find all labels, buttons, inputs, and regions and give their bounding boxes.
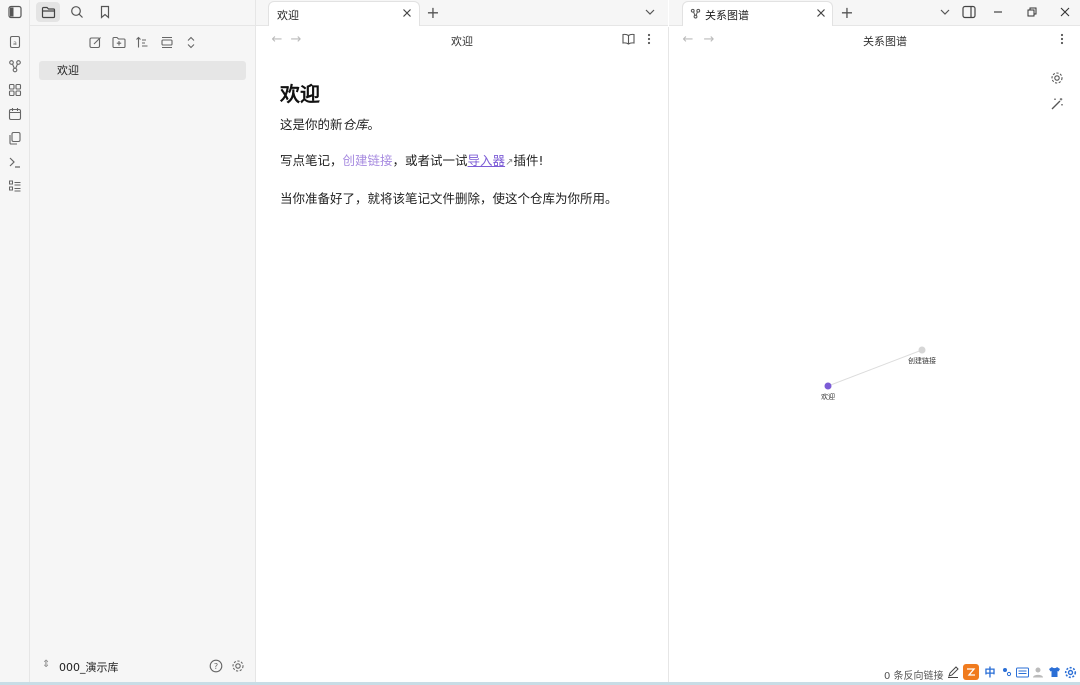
chevron-down-icon[interactable] (937, 4, 953, 20)
copy-icon[interactable] (6, 129, 24, 147)
new-tab-plus-icon[interactable]: + (838, 3, 856, 22)
graph-node-welcome[interactable] (824, 382, 832, 390)
back-arrow-icon[interactable]: ← (681, 32, 695, 47)
left-pane-tabbar: 欢迎 + (256, 0, 668, 26)
close-icon[interactable] (814, 6, 828, 20)
file-explorer-toolbar (30, 33, 256, 51)
new-tab-plus-icon[interactable]: + (424, 3, 442, 22)
svg-text:a: a (13, 40, 17, 47)
emphasis-text: 仓库 (342, 117, 368, 132)
ime-mode-indicator[interactable]: 中 (983, 665, 997, 679)
svg-text:?: ? (214, 662, 218, 671)
punctuation-icon[interactable] (1000, 665, 1014, 679)
note-heading: 欢迎 (280, 82, 320, 106)
right-pane-tabbar: 关系图谱 + (669, 0, 1080, 26)
graph-icon[interactable] (6, 57, 24, 75)
help-icon[interactable]: ? (208, 658, 224, 674)
more-options-icon[interactable] (642, 32, 656, 46)
chevron-updown-icon[interactable]: ⇕ (42, 659, 50, 670)
collapse-icon[interactable] (158, 33, 176, 51)
settings-gear-icon[interactable] (230, 658, 246, 674)
folder-icon[interactable] (36, 2, 60, 22)
file-icon[interactable]: a (6, 33, 24, 51)
graph-node-label: 欢迎 (821, 392, 835, 401)
tab-label: 关系图谱 (705, 9, 749, 22)
tab-welcome[interactable]: 欢迎 (268, 1, 420, 26)
file-item-welcome[interactable]: 欢迎 (39, 61, 246, 80)
sort-icon[interactable] (133, 33, 151, 51)
new-note-icon[interactable] (86, 33, 104, 51)
backlinks-count[interactable]: 0 条反向链接 (884, 667, 944, 682)
search-icon[interactable] (65, 2, 89, 22)
note-paragraph-3: 当你准备好了，就将该笔记文件删除，使这个仓库为你所用。 (280, 191, 618, 206)
expand-icon[interactable] (182, 33, 200, 51)
skin-tshirt-icon[interactable] (1047, 665, 1061, 679)
canvas-icon[interactable] (6, 81, 24, 99)
vault-name[interactable]: 000_演示库 (59, 659, 119, 675)
pen-edit-icon[interactable] (946, 665, 960, 679)
tab-label: 欢迎 (277, 9, 299, 22)
note-paragraph-2: 写点笔记，创建链接，或者试一试导入器↗插件! (280, 153, 544, 168)
close-window-icon[interactable] (1055, 3, 1075, 21)
list-icon[interactable] (6, 177, 24, 195)
close-icon[interactable] (400, 6, 414, 20)
bookmark-icon[interactable] (93, 2, 117, 22)
reading-view-book-icon[interactable] (621, 32, 635, 46)
more-options-icon[interactable] (1055, 32, 1069, 46)
sogou-input-icon[interactable] (963, 664, 979, 680)
restore-icon[interactable] (1022, 3, 1042, 21)
tab-graph[interactable]: 关系图谱 (682, 1, 833, 26)
keyboard-icon[interactable] (1015, 665, 1029, 679)
ribbon: a (0, 0, 30, 685)
terminal-icon[interactable] (6, 153, 24, 171)
graph-canvas[interactable]: 欢迎 创建链接 (669, 53, 1080, 653)
user-icon[interactable] (1031, 665, 1045, 679)
view-title[interactable]: 关系图谱 (835, 33, 935, 49)
ime-settings-gear-icon[interactable] (1063, 665, 1077, 679)
back-arrow-icon[interactable]: ← (270, 32, 284, 47)
note-paragraph-1: 这是你的新仓库。 (280, 117, 381, 132)
graph-edge (827, 349, 923, 387)
forward-arrow-icon[interactable]: → (702, 32, 716, 47)
graph-node-create-link[interactable] (918, 346, 926, 354)
sidebar-tab-header (30, 0, 256, 26)
view-title[interactable]: 欢迎 (412, 33, 512, 49)
right-sidebar-toggle-icon[interactable] (959, 3, 979, 21)
right-view-header: ← → 关系图谱 (669, 27, 1080, 53)
sidebar-toggle-icon[interactable] (6, 3, 24, 21)
forward-arrow-icon[interactable]: → (289, 32, 303, 47)
left-view-header: ← → 欢迎 (256, 27, 668, 53)
external-link[interactable]: 导入器 (468, 153, 506, 168)
vault-switcher: ⇕ 000_演示库 ? (30, 655, 256, 679)
internal-link[interactable]: 创建链接 (343, 153, 393, 168)
new-folder-icon[interactable] (110, 33, 128, 51)
minimize-icon[interactable] (988, 3, 1008, 21)
graph-icon (690, 8, 701, 22)
graph-node-label: 创建链接 (908, 356, 936, 365)
note-content: 欢迎 这是你的新仓库。 写点笔记，创建链接，或者试一试导入器↗插件! 当你准备好… (280, 78, 660, 225)
chevron-down-icon[interactable] (642, 4, 658, 20)
calendar-icon[interactable] (6, 105, 24, 123)
file-explorer-sidebar: 欢迎 ⇕ 000_演示库 ? (30, 0, 256, 685)
